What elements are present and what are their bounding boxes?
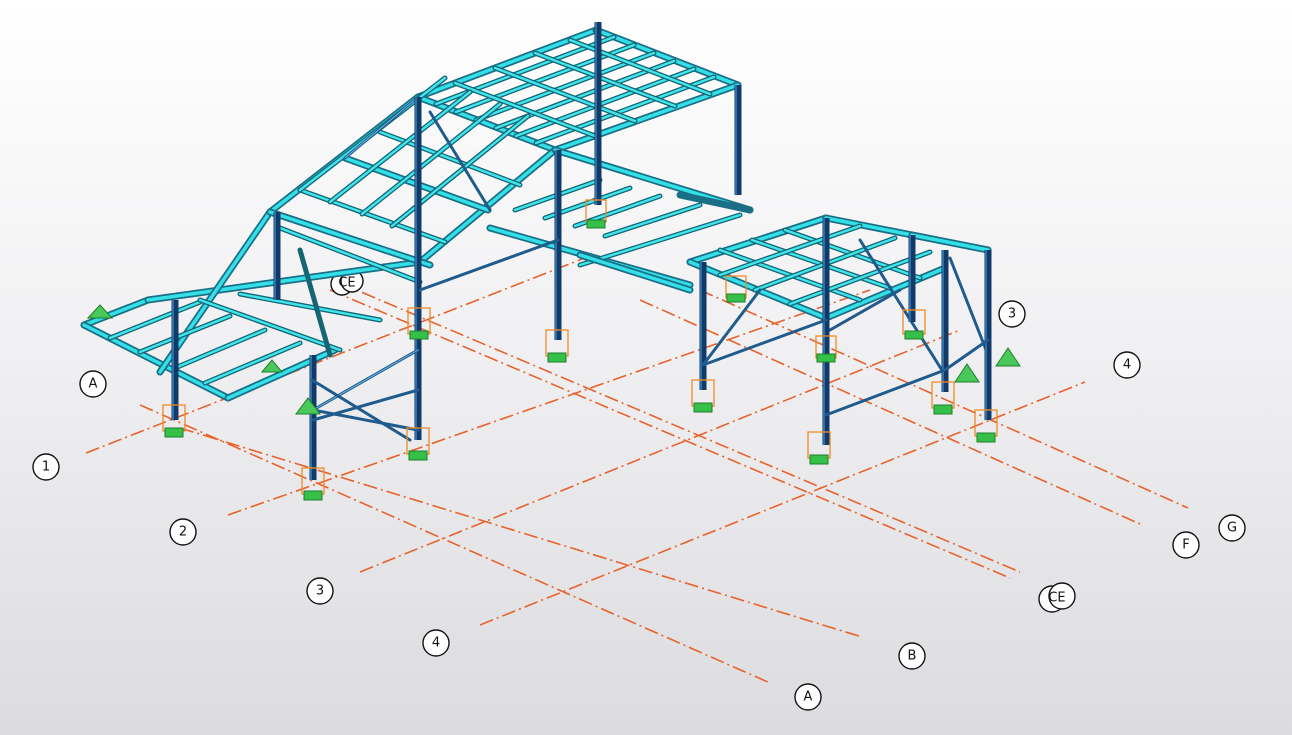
support-pyramid-5[interactable] (260, 359, 284, 373)
svg-text:CE: CE (1048, 591, 1065, 606)
grid-bubble-ce[interactable]: CE (1038, 582, 1076, 613)
grid-bubble-3[interactable]: 3 (306, 577, 334, 605)
svg-text:4: 4 (432, 636, 440, 651)
svg-text:A: A (89, 377, 98, 392)
grid-bubble-b[interactable]: B (898, 642, 926, 670)
svg-text:3: 3 (1008, 307, 1016, 322)
grid-bubble-3-right[interactable]: 3 (998, 300, 1026, 328)
grid-bubble-a-left[interactable]: A (79, 370, 107, 398)
svg-text:4: 4 (1123, 358, 1131, 373)
left-platform[interactable] (80, 208, 434, 402)
svg-text:1: 1 (42, 460, 50, 475)
support-pyramid-4[interactable] (995, 347, 1021, 367)
support-pyramid-3[interactable] (954, 363, 980, 383)
grid-bubble-2[interactable]: 2 (169, 518, 197, 546)
svg-text:B: B (908, 649, 917, 664)
svg-text:CE: CE (338, 276, 355, 291)
grid-bubble-4-right[interactable]: 4 (1113, 351, 1141, 379)
support-pyramid-1[interactable] (86, 304, 114, 319)
svg-text:A: A (804, 690, 813, 705)
model-viewport[interactable]: A 1 2 3 4 A B CE F G 3 4 CE (0, 0, 1292, 735)
grid-bubble-4[interactable]: 4 (422, 629, 450, 657)
svg-text:G: G (1227, 521, 1237, 536)
svg-text:F: F (1182, 538, 1189, 553)
grid-bubble-f[interactable]: F (1172, 531, 1200, 559)
svg-text:3: 3 (316, 584, 324, 599)
grid-bubble-1[interactable]: 1 (32, 453, 60, 481)
svg-text:2: 2 (179, 525, 187, 540)
grid-bubble-g[interactable]: G (1218, 514, 1246, 542)
grid-bubble-a-front[interactable]: A (794, 683, 822, 711)
